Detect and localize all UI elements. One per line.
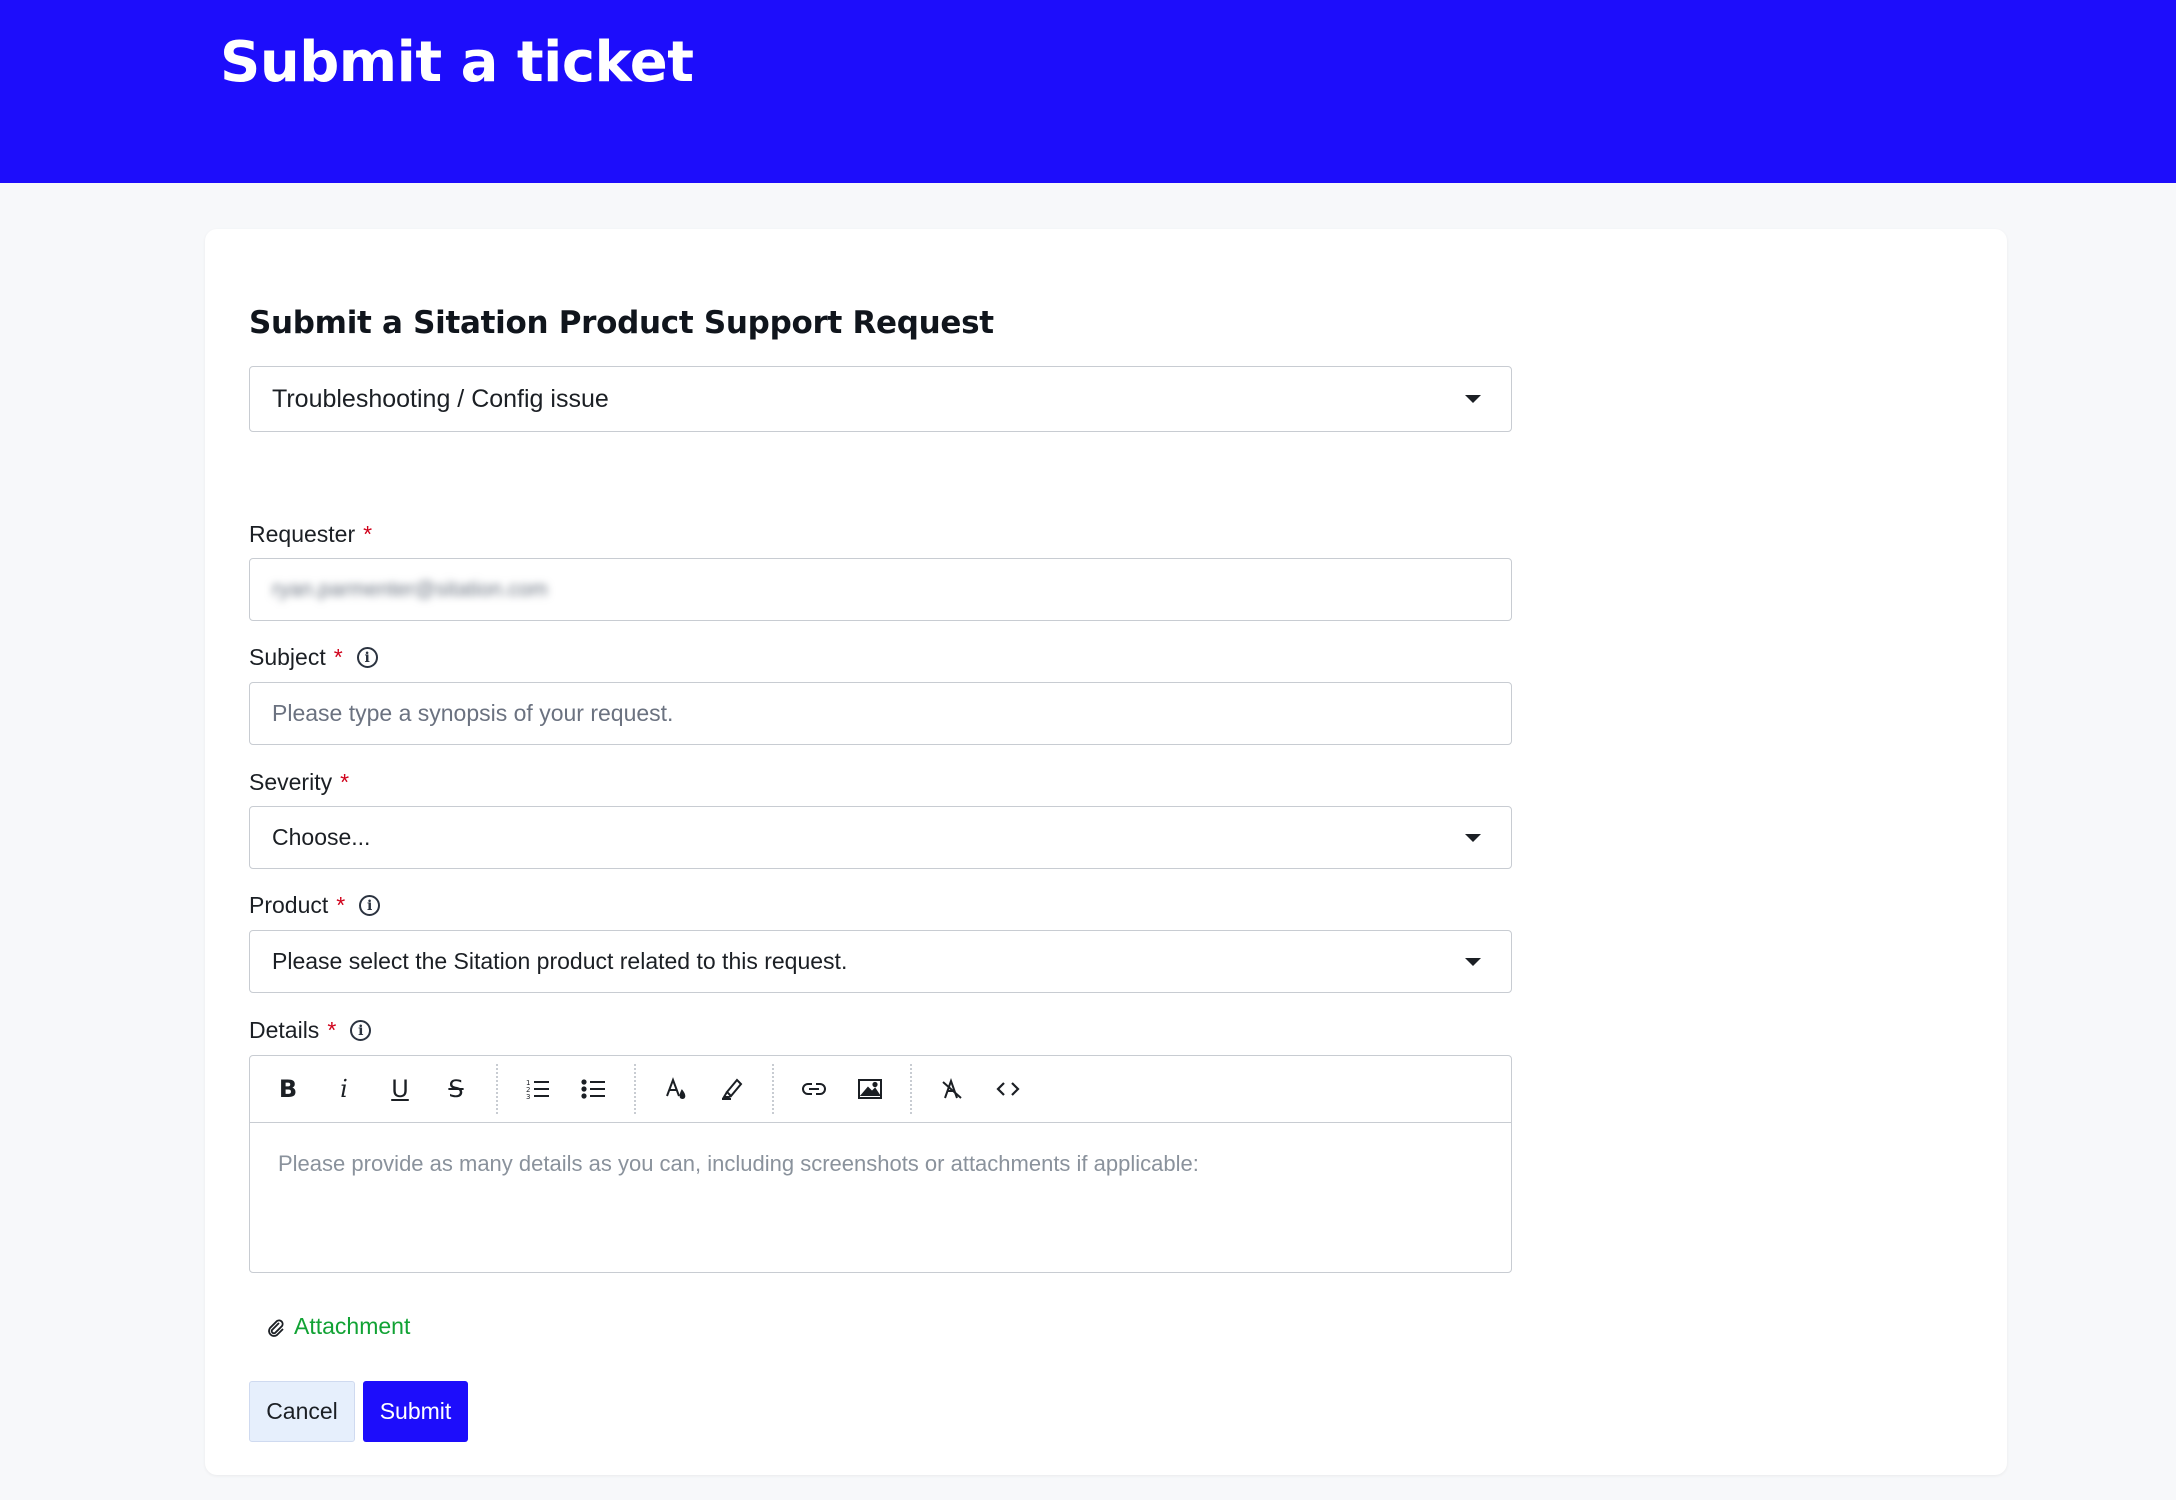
toolbar-divider	[772, 1064, 774, 1114]
requester-field[interactable]: ryan.parmenter@sitation.com	[249, 558, 1512, 621]
product-label-text: Product	[249, 892, 329, 918]
cancel-button[interactable]: Cancel	[249, 1381, 355, 1442]
bullet-list-icon	[581, 1079, 605, 1099]
toolbar-divider	[910, 1064, 912, 1114]
highlighter-icon	[722, 1078, 743, 1100]
info-icon[interactable]: i	[359, 895, 381, 916]
required-asterisk: *	[336, 892, 346, 918]
chevron-down-icon	[1465, 833, 1481, 842]
info-icon[interactable]: i	[350, 1020, 372, 1041]
insert-link-button[interactable]	[786, 1065, 842, 1113]
product-select[interactable]: Please select the Sitation product relat…	[249, 930, 1512, 993]
chevron-down-icon	[1465, 957, 1481, 966]
code-icon	[996, 1082, 1020, 1096]
image-icon	[858, 1079, 882, 1099]
ordered-list-icon: 1 2 3	[526, 1079, 549, 1101]
attachment-link[interactable]: Attachment	[266, 1313, 410, 1340]
paperclip-icon	[268, 1319, 284, 1337]
severity-label-text: Severity	[249, 769, 333, 795]
details-editor: B i U S 1 2 3 Please provide as many det…	[249, 1055, 1512, 1273]
chevron-down-icon	[1465, 395, 1481, 403]
insert-image-button[interactable]	[842, 1065, 898, 1113]
subject-input[interactable]: Please type a synopsis of your request.	[249, 682, 1512, 745]
requester-label-text: Requester	[249, 521, 356, 547]
details-placeholder: Please provide as many details as you ca…	[278, 1151, 1199, 1176]
toolbar-divider	[496, 1064, 498, 1114]
code-view-button[interactable]	[980, 1065, 1036, 1113]
strikethrough-button[interactable]: S	[428, 1065, 484, 1113]
submit-button[interactable]: Submit	[363, 1381, 468, 1442]
form-title: Submit a Sitation Product Support Reques…	[249, 305, 994, 341]
text-color-icon	[666, 1077, 686, 1100]
required-asterisk: *	[340, 769, 350, 795]
requester-label: Requester *	[249, 521, 372, 548]
svg-text:3: 3	[526, 1093, 530, 1101]
severity-value: Choose...	[272, 824, 371, 850]
clear-formatting-icon	[942, 1077, 962, 1099]
attachment-label: Attachment	[294, 1313, 411, 1339]
toolbar-divider	[634, 1064, 636, 1114]
link-icon	[802, 1083, 826, 1095]
ticket-type-value: Troubleshooting / Config issue	[272, 384, 609, 413]
highlight-button[interactable]	[704, 1065, 760, 1113]
details-label-text: Details	[249, 1017, 320, 1043]
product-value: Please select the Sitation product relat…	[272, 948, 848, 974]
clear-formatting-button[interactable]	[924, 1065, 980, 1113]
details-textarea[interactable]: Please provide as many details as you ca…	[250, 1123, 1511, 1205]
required-asterisk: *	[333, 644, 343, 670]
bullet-list-button[interactable]	[566, 1065, 622, 1113]
editor-toolbar: B i U S 1 2 3	[250, 1056, 1511, 1123]
italic-icon: i	[340, 1075, 348, 1103]
info-icon[interactable]: i	[356, 647, 378, 668]
subject-label-text: Subject	[249, 644, 326, 670]
ticket-type-select[interactable]: Troubleshooting / Config issue	[249, 366, 1512, 432]
bold-icon: B	[278, 1075, 298, 1103]
strikethrough-icon: S	[448, 1075, 464, 1103]
product-label: Product * i	[249, 892, 381, 919]
details-label: Details * i	[249, 1017, 372, 1044]
required-asterisk: *	[363, 521, 373, 547]
text-color-button[interactable]	[648, 1065, 704, 1113]
page-banner: Submit a ticket	[0, 0, 2176, 183]
requester-value: ryan.parmenter@sitation.com	[272, 577, 548, 601]
severity-select[interactable]: Choose...	[249, 806, 1512, 869]
severity-label: Severity *	[249, 769, 349, 796]
underline-button[interactable]: U	[372, 1065, 428, 1113]
underline-icon: U	[391, 1075, 409, 1103]
bold-button[interactable]: B	[260, 1065, 316, 1113]
subject-label: Subject * i	[249, 644, 378, 671]
italic-button[interactable]: i	[316, 1065, 372, 1113]
required-asterisk: *	[327, 1017, 337, 1043]
subject-placeholder: Please type a synopsis of your request.	[272, 700, 674, 726]
banner-title: Submit a ticket	[220, 30, 694, 95]
ordered-list-button[interactable]: 1 2 3	[510, 1065, 566, 1113]
